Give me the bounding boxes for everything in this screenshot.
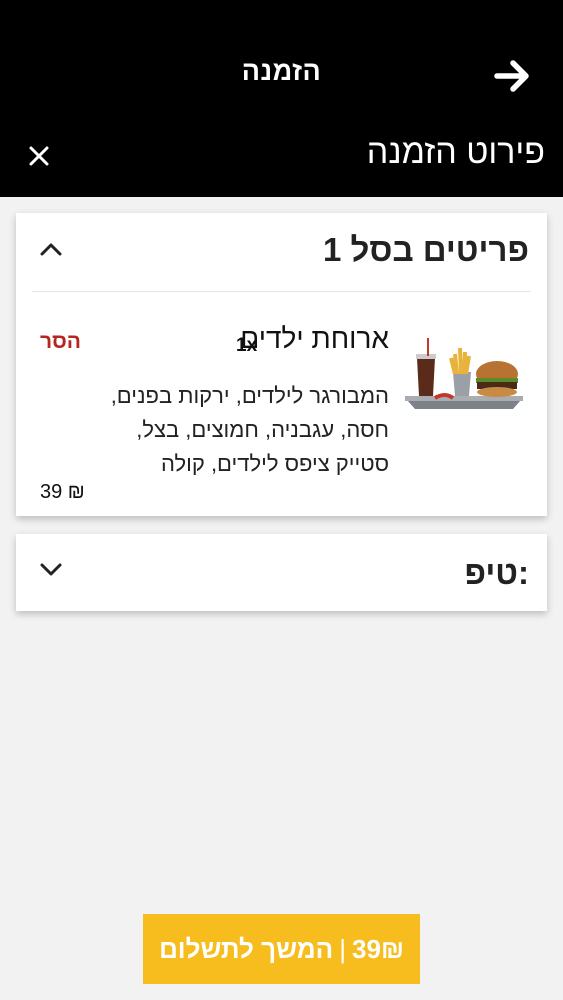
tip-title: טיפ: [464,554,529,591]
remove-item-button[interactable]: הסר [40,330,81,354]
chevron-down-icon[interactable] [38,556,64,582]
chevron-up-icon[interactable] [38,237,64,263]
item-price: 39 ₪ [40,481,85,503]
divider [32,291,531,292]
tip-card[interactable]: טיפ: [16,534,547,611]
pay-amount: 39₪ [352,933,404,964]
pay-label: המשך לתשלום [159,933,334,964]
page-title: הזמנה [241,56,322,86]
section-title: פירוט הזמנה [366,133,545,171]
item-description: המבורגר לילדים, ירקות בפנים, חסה, עגבניה… [110,383,389,476]
top-bar: הזמנה פירוט הזמנה [0,0,563,197]
continue-to-payment-button[interactable]: המשך לתשלום | 39₪ [143,914,420,984]
pay-separator: | [339,933,347,964]
item-quantity: 1x [236,335,258,356]
item-image [405,338,523,409]
item-name: ארוחת ילדים [240,323,389,354]
basket-card: 1 פריטים בסל ארוחת ילדים 1x המבורגר לילד… [16,213,547,516]
basket-title: 1 פריטים בסל [323,231,529,268]
close-icon[interactable] [26,143,52,169]
arrow-right-icon[interactable] [493,56,533,96]
